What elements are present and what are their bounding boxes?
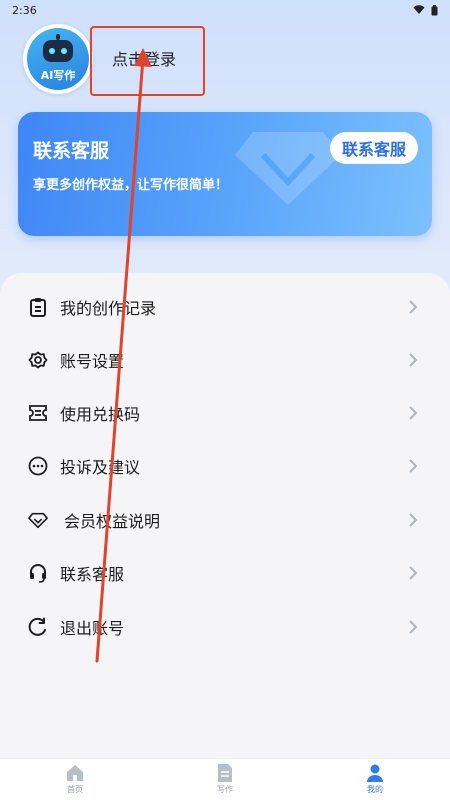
menu-item-redeem-code[interactable]: 使用兑换码 [0, 393, 450, 433]
chevron-right-icon [409, 406, 418, 420]
headset-icon [28, 563, 48, 583]
chevron-right-icon [409, 513, 418, 527]
menu-item-label: 会员权益说明 [64, 512, 161, 531]
menu-item-creation-records[interactable]: 我的创作记录 [0, 287, 450, 327]
menu-item-logout[interactable]: 退出账号 [0, 607, 450, 647]
robot-logo: AI写作 [27, 28, 89, 90]
chat-dots-icon [28, 456, 48, 476]
menu-item-label: 退出账号 [60, 619, 125, 638]
chevron-right-icon [409, 620, 418, 634]
menu-item-label: 账号设置 [60, 352, 125, 371]
wifi-icon [413, 5, 425, 14]
banner-title: 联系客服 [33, 140, 110, 162]
diamond-icon [28, 510, 48, 530]
chevron-right-icon [409, 459, 418, 473]
nav-label: 我的 [367, 785, 383, 794]
ticket-icon [28, 403, 48, 423]
clipboard-icon [28, 297, 48, 317]
chevron-right-icon [409, 566, 418, 580]
customer-service-banner[interactable]: 联系客服 享更多创作权益，让写作很简单！ 联系客服 [18, 112, 432, 236]
annotation-box [90, 26, 205, 96]
nav-home[interactable]: 首页 [45, 763, 105, 799]
user-icon [367, 764, 383, 782]
battery-icon [431, 4, 438, 15]
logout-icon [28, 617, 48, 637]
menu-item-contact-service[interactable]: 联系客服 [0, 553, 450, 593]
nav-mine[interactable]: 我的 [345, 763, 405, 799]
menu-item-account-settings[interactable]: 账号设置 [0, 340, 450, 380]
status-time: 2:36 [12, 3, 37, 17]
nav-write[interactable]: 写作 [195, 763, 255, 799]
status-icons [413, 4, 438, 16]
menu-item-label: 投诉及建议 [60, 458, 141, 477]
nav-label: 首页 [67, 785, 83, 794]
bottom-nav: 首页 写作 我的 [0, 758, 450, 800]
avatar[interactable]: AI写作 [23, 24, 93, 94]
menu-item-feedback[interactable]: 投诉及建议 [0, 446, 450, 486]
home-icon [67, 765, 83, 781]
menu-item-membership-benefits[interactable]: 会员权益说明 [0, 500, 450, 540]
status-bar: 2:36 [0, 0, 450, 20]
menu-item-label: 我的创作记录 [60, 299, 157, 318]
document-icon [218, 764, 232, 782]
avatar-label: AI写作 [40, 69, 76, 82]
settings-icon [28, 350, 48, 370]
menu-item-label: 联系客服 [60, 565, 125, 584]
menu-item-label: 使用兑换码 [60, 405, 141, 424]
contact-service-button[interactable]: 联系客服 [329, 132, 418, 164]
diamond-decoration-icon [235, 132, 341, 205]
chevron-right-icon [409, 353, 418, 367]
chevron-right-icon [409, 300, 418, 314]
banner-subtitle: 享更多创作权益，让写作很简单！ [33, 178, 229, 193]
nav-label: 写作 [217, 785, 233, 794]
